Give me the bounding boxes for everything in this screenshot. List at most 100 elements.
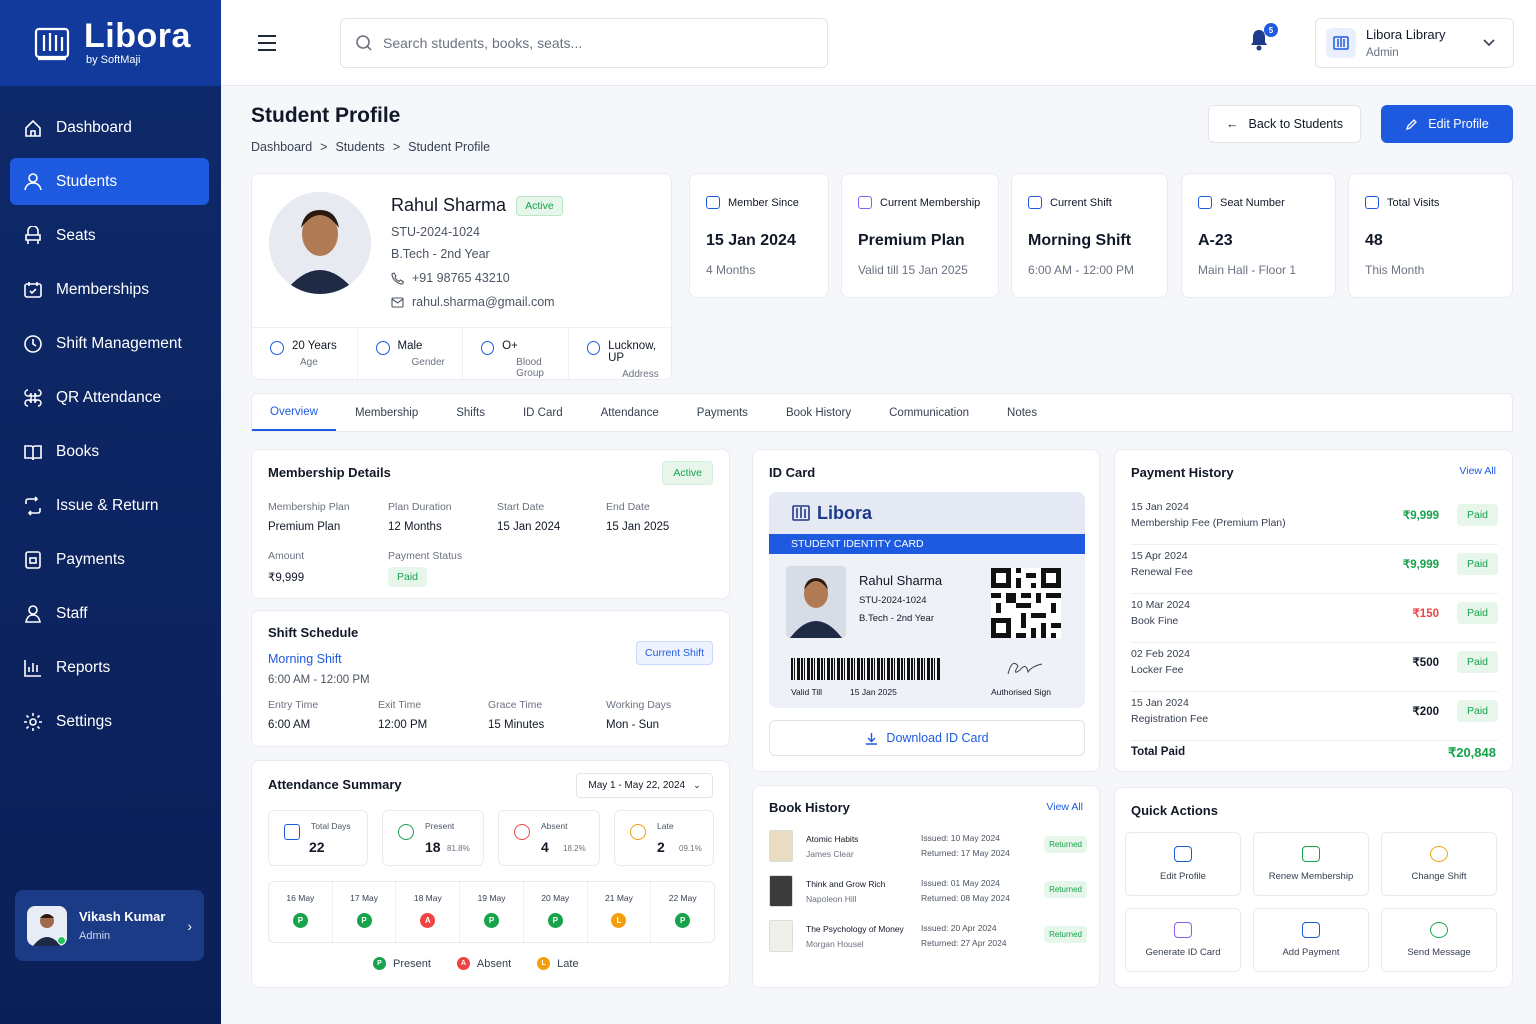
- attendance-day: 21 May L: [588, 882, 652, 942]
- tab-communication[interactable]: Communication: [870, 394, 988, 431]
- stat-title: Current Membership: [880, 196, 981, 209]
- quick-action-renew-membership[interactable]: Renew Membership: [1253, 832, 1369, 896]
- sidebar-item-settings[interactable]: Settings: [10, 698, 209, 745]
- sidebar-item-label: Settings: [56, 712, 113, 730]
- download-id-card-button[interactable]: Download ID Card: [769, 720, 1085, 756]
- sidebar-item-payments[interactable]: Payments: [10, 536, 209, 583]
- payment-status-badge: Paid: [388, 567, 428, 587]
- library-switcher[interactable]: Libora Library Admin: [1315, 18, 1514, 68]
- date-range-value: May 1 - May 22, 2024: [588, 780, 686, 791]
- book-icon: [24, 444, 42, 460]
- stat-value: 15 Jan 2024: [706, 232, 796, 249]
- change-shift-icon: [1430, 846, 1448, 862]
- payment-row[interactable]: 02 Feb 2024 Locker Fee ₹500 Paid: [1131, 643, 1498, 692]
- stat-value: Premium Plan: [858, 232, 965, 249]
- quick-action-generate-id-card[interactable]: Generate ID Card: [1125, 908, 1241, 972]
- student-course: B.Tech - 2nd Year: [391, 247, 490, 261]
- total-paid-value: ₹20,848: [1447, 745, 1496, 760]
- back-button-label: Back to Students: [1248, 117, 1343, 131]
- day-status: P: [356, 913, 372, 928]
- quick-action-edit-profile[interactable]: Edit Profile: [1125, 832, 1241, 896]
- sidebar-item-issue-return[interactable]: Issue & Return: [10, 482, 209, 529]
- payment-row[interactable]: 15 Apr 2024 Renewal Fee ₹9,999 Paid: [1131, 545, 1498, 594]
- current-shift-badge: Current Shift: [636, 641, 713, 665]
- valid-till-label: Valid Till: [791, 687, 823, 697]
- membership-details-card: Membership Details Active Amount ₹9,999 P…: [251, 449, 730, 599]
- book-row[interactable]: Atomic Habits James Clear Issued: 10 May 2…: [769, 830, 1087, 868]
- brand-logo[interactable]: Libora by SoftMaji: [0, 0, 221, 86]
- tab-overview[interactable]: Overview: [252, 394, 336, 431]
- chart-icon: [24, 659, 41, 677]
- sidebar-item-seats[interactable]: Seats: [10, 212, 209, 259]
- library-logo-icon: [792, 505, 810, 521]
- fact-value: Lucknow, UP: [608, 340, 657, 364]
- book-row[interactable]: Think and Grow Rich Napoleon Hill Issued: …: [769, 875, 1087, 913]
- chevron-right-icon[interactable]: ›: [187, 918, 192, 934]
- day-status: A: [420, 913, 436, 928]
- sidebar-item-staff[interactable]: Staff: [10, 590, 209, 637]
- library-name: Libora Library: [1366, 27, 1446, 42]
- barcode-icon: [791, 658, 941, 680]
- payment-status: Paid: [1456, 700, 1498, 722]
- tab-membership[interactable]: Membership: [336, 394, 437, 431]
- sidebar-item-shift-management[interactable]: Shift Management: [10, 320, 209, 367]
- payment-row[interactable]: 10 Mar 2024 Book Fine ₹150 Paid: [1131, 594, 1498, 643]
- day-date: 16 May: [286, 893, 315, 903]
- sidebar-item-students[interactable]: Students: [10, 158, 209, 205]
- quick-action-change-shift[interactable]: Change Shift: [1381, 832, 1497, 896]
- tab-notes[interactable]: Notes: [988, 394, 1056, 431]
- payment-row[interactable]: 15 Jan 2024 Membership Fee (Premium Plan)…: [1131, 496, 1498, 545]
- sidebar-item-books[interactable]: Books: [10, 428, 209, 475]
- quick-action-send-message[interactable]: Send Message: [1381, 908, 1497, 972]
- phone-icon: [391, 271, 404, 285]
- breadcrumb-students[interactable]: Students: [335, 140, 384, 154]
- id-card-strip: STUDENT IDENTITY CARD: [769, 534, 1085, 554]
- crown-icon: [858, 196, 872, 209]
- sidebar-item-dashboard[interactable]: Dashboard: [10, 104, 209, 151]
- tab-book-history[interactable]: Book History: [767, 394, 870, 431]
- payment-history-view-all[interactable]: View All: [1459, 465, 1496, 477]
- staff-icon: [25, 604, 41, 623]
- student-email[interactable]: rahul.sharma@gmail.com: [412, 295, 555, 309]
- field-start-date: Start Date 15 Jan 2024: [497, 501, 560, 533]
- online-status-dot: [57, 935, 66, 945]
- sidebar-item-qr-attendance[interactable]: QR Attendance: [10, 374, 209, 421]
- payment-desc: Locker Fee: [1131, 664, 1184, 676]
- back-to-students-button[interactable]: ← Back to Students: [1208, 105, 1361, 143]
- attendance-box-absent: Absent 4 18.2%: [498, 810, 600, 866]
- book-history-view-all[interactable]: View All: [1046, 801, 1083, 813]
- edit-profile-button[interactable]: Edit Profile: [1381, 105, 1513, 143]
- stat-card-total-visits: Total Visits 48 This Month: [1348, 173, 1513, 298]
- stat-title: Member Since: [728, 196, 799, 209]
- breadcrumb-dashboard[interactable]: Dashboard: [251, 140, 312, 154]
- search-input[interactable]: Search students, books, seats...: [383, 35, 582, 51]
- book-row[interactable]: The Psychology of Money Morgan Housel Issu…: [769, 920, 1087, 958]
- date-range-select[interactable]: May 1 - May 22, 2024 ⌄: [576, 773, 713, 798]
- sidebar-item-memberships[interactable]: Memberships: [10, 266, 209, 313]
- tab-payments[interactable]: Payments: [678, 394, 767, 431]
- late-legend-icon: L: [537, 957, 551, 970]
- tab-shifts[interactable]: Shifts: [437, 394, 504, 431]
- book-issued: Issued: 01 May 2024: [921, 878, 1000, 888]
- hamburger-menu-icon[interactable]: [257, 34, 277, 52]
- payment-status-label: Payment Status: [388, 550, 463, 562]
- day-status: L: [611, 913, 627, 928]
- wallet-icon: [25, 550, 41, 569]
- attendance-title: Attendance Summary: [268, 777, 402, 792]
- tab-id-card[interactable]: ID Card: [504, 394, 582, 431]
- student-phone[interactable]: +91 98765 43210: [412, 271, 510, 285]
- day-date: 19 May: [477, 893, 506, 903]
- tab-attendance[interactable]: Attendance: [582, 394, 678, 431]
- sidebar-item-reports[interactable]: Reports: [10, 644, 209, 691]
- current-user-card[interactable]: Vikash Kumar Admin ›: [15, 890, 204, 961]
- payment-row[interactable]: 15 Jan 2024 Registration Fee ₹200 Paid: [1131, 692, 1498, 741]
- quick-action-add-payment[interactable]: Add Payment: [1253, 908, 1369, 972]
- quick-action-label: Send Message: [1407, 947, 1471, 958]
- student-fact-gender: Male Gender: [358, 328, 463, 381]
- gear-icon: [24, 712, 42, 731]
- notifications-button[interactable]: 5: [1248, 23, 1278, 55]
- brand-name: Libora: [84, 17, 191, 55]
- search-box[interactable]: Search students, books, seats...: [340, 18, 828, 68]
- payment-desc: Renewal Fee: [1131, 566, 1193, 578]
- edit-user-icon: [1174, 846, 1192, 862]
